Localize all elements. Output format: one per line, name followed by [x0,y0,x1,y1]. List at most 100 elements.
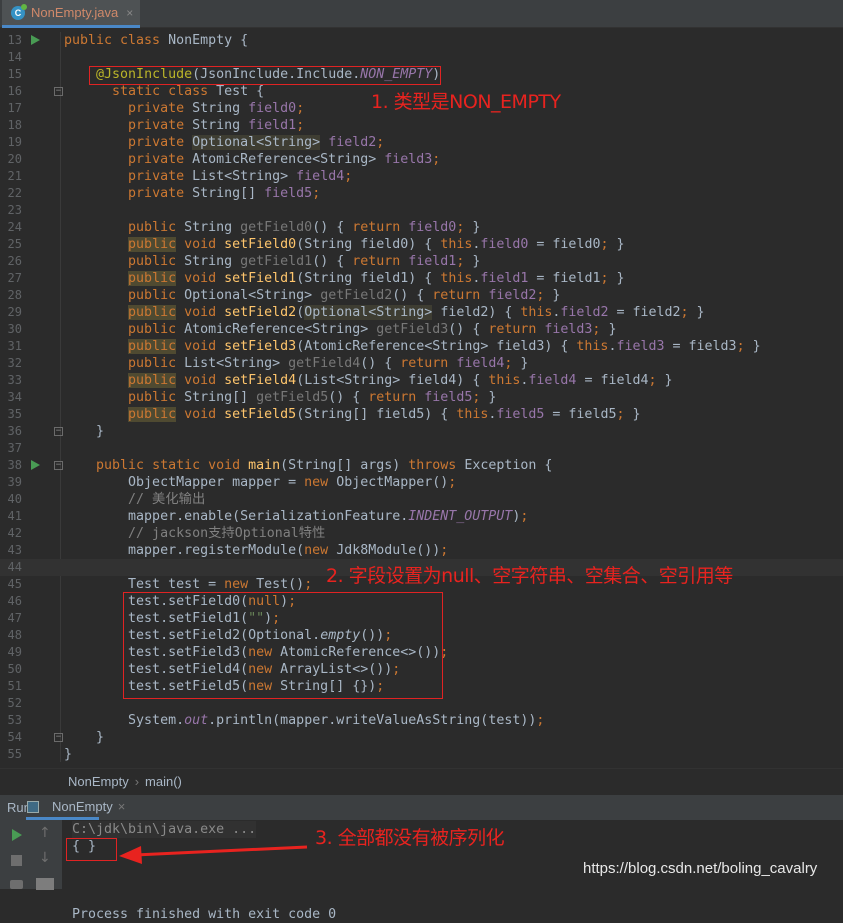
code-token: } [552,288,561,303]
close-run-tab-icon[interactable]: × [118,799,126,814]
code-line[interactable]: 14 [0,49,843,66]
code-token: field1 [248,118,297,133]
annotation-box-2 [123,592,443,699]
code-line[interactable]: 24 public String getField0() { return fi… [0,219,843,236]
code-token: } [488,390,497,405]
close-tab-icon[interactable]: × [126,6,133,20]
code-line[interactable]: 34 public String[] getField5() { return … [0,389,843,406]
code-token: field2) { [432,305,521,320]
fold-icon[interactable]: − [54,87,63,96]
code-token: AtomicReference<String> [184,322,377,337]
code-line[interactable]: 23 [0,202,843,219]
code-line[interactable]: 25 public void setField0(String field0) … [0,236,843,253]
code-line[interactable]: 32 public List<String> getField4() { ret… [0,355,843,372]
code-token: field1 [480,271,529,286]
fold-icon[interactable]: − [54,427,63,436]
camera-icon[interactable] [10,880,23,889]
line-number: 17 [7,101,22,115]
code-text: public static void main(String[] args) t… [64,457,552,474]
breadcrumb-method[interactable]: main() [145,774,182,789]
code-token: ; [296,101,305,116]
code-token: } [616,237,625,252]
code-token: System. [64,713,185,728]
annotation-note-3: 3. 全部都没有被序列化 [315,827,505,849]
code-line[interactable]: 13 public class NonEmpty { [0,32,843,49]
code-token: setField3 [224,339,297,354]
code-token: field4 [296,169,345,184]
code-token: (String[] field5) { [296,407,457,422]
line-number: 45 [7,577,22,591]
console-output[interactable]: C:\jdk\bin\java.exe ... { } Process fini… [72,821,336,923]
rerun-icon[interactable] [12,829,22,841]
code-line[interactable]: 27 public void setField1(String field1) … [0,270,843,287]
code-text: } [64,423,104,440]
fold-icon[interactable]: − [54,733,63,742]
code-line[interactable]: 40 // 美化输出 [0,491,843,508]
code-line[interactable]: 53 System.out.println(mapper.writeValueA… [0,712,843,729]
code-line[interactable]: 29 public void setField2(Optional<String… [0,304,843,321]
code-line[interactable]: 19 private Optional<String> field2; [0,134,843,151]
run-tab-nonempty[interactable]: NonEmpty × [26,795,125,820]
run-gutter-icon[interactable] [31,460,40,470]
code-line[interactable]: 54 − } [0,729,843,746]
breadcrumb-class[interactable]: NonEmpty [68,774,129,789]
code-token: return [400,356,457,371]
code-token: = field4 [576,373,649,388]
line-number: 15 [7,67,22,81]
code-line[interactable]: 41 mapper.enable(SerializationFeature.IN… [0,508,843,525]
code-token: = field1 [528,271,601,286]
line-number: 28 [7,288,22,302]
code-line[interactable]: 43 mapper.registerModule(new Jdk8Module(… [0,542,843,559]
code-line[interactable]: 21 private List<String> field4; [0,168,843,185]
code-line[interactable]: 31 public void setField3(AtomicReference… [0,338,843,355]
code-token: public [128,322,185,337]
code-token: field5 [264,186,313,201]
code-line[interactable]: 30 public AtomicReference<String> getFie… [0,321,843,338]
code-token: static class [112,84,217,99]
fold-icon[interactable]: − [54,461,63,470]
code-line[interactable]: 26 public String getField1() { return fi… [0,253,843,270]
code-token: return [432,288,489,303]
code-text: public AtomicReference<String> getField3… [64,321,616,338]
code-token: String [192,101,249,116]
code-token: List<String> [192,169,297,184]
code-token: } [472,254,481,269]
line-number: 25 [7,237,22,251]
java-class-icon: C [11,3,27,20]
code-line[interactable]: 37 [0,440,843,457]
code-line[interactable]: 18 private String field1; [0,117,843,134]
code-token: public [128,407,177,422]
code-token: public [128,339,177,354]
code-line[interactable]: 28 public Optional<String> getField2() {… [0,287,843,304]
code-token: private [128,169,193,184]
code-line[interactable]: 36 − } [0,423,843,440]
code-token: = field2 [608,305,681,320]
code-line[interactable]: 42 // jackson支持Optional特性 [0,525,843,542]
code-token: Optional<String> [304,305,433,320]
arrow-down-icon[interactable]: ↓ [39,850,51,866]
code-line[interactable]: 35 public void setField5(String[] field5… [0,406,843,423]
stop-icon[interactable] [11,855,22,866]
code-token: } [752,339,761,354]
code-line[interactable]: 20 private AtomicReference<String> field… [0,151,843,168]
arrow-up-icon[interactable]: ↑ [39,825,51,841]
code-line[interactable]: 39 ObjectMapper mapper = new ObjectMappe… [0,474,843,491]
run-tab-label: NonEmpty [52,799,113,814]
soft-wrap-icon[interactable] [36,878,54,890]
line-number: 34 [7,390,22,404]
code-line[interactable]: 33 public void setField4(List<String> fi… [0,372,843,389]
code-token: this [520,305,553,320]
run-gutter-icon[interactable] [31,35,40,45]
tab-nonempty-java[interactable]: C NonEmpty.java × [2,0,140,28]
code-line[interactable]: 55} [0,746,843,763]
code-token: ; [536,288,553,303]
code-token: } [664,373,673,388]
code-token: () { [448,322,489,337]
code-line[interactable]: 38 − public static void main(String[] arg… [0,457,843,474]
code-line[interactable]: 22 private String[] field5; [0,185,843,202]
